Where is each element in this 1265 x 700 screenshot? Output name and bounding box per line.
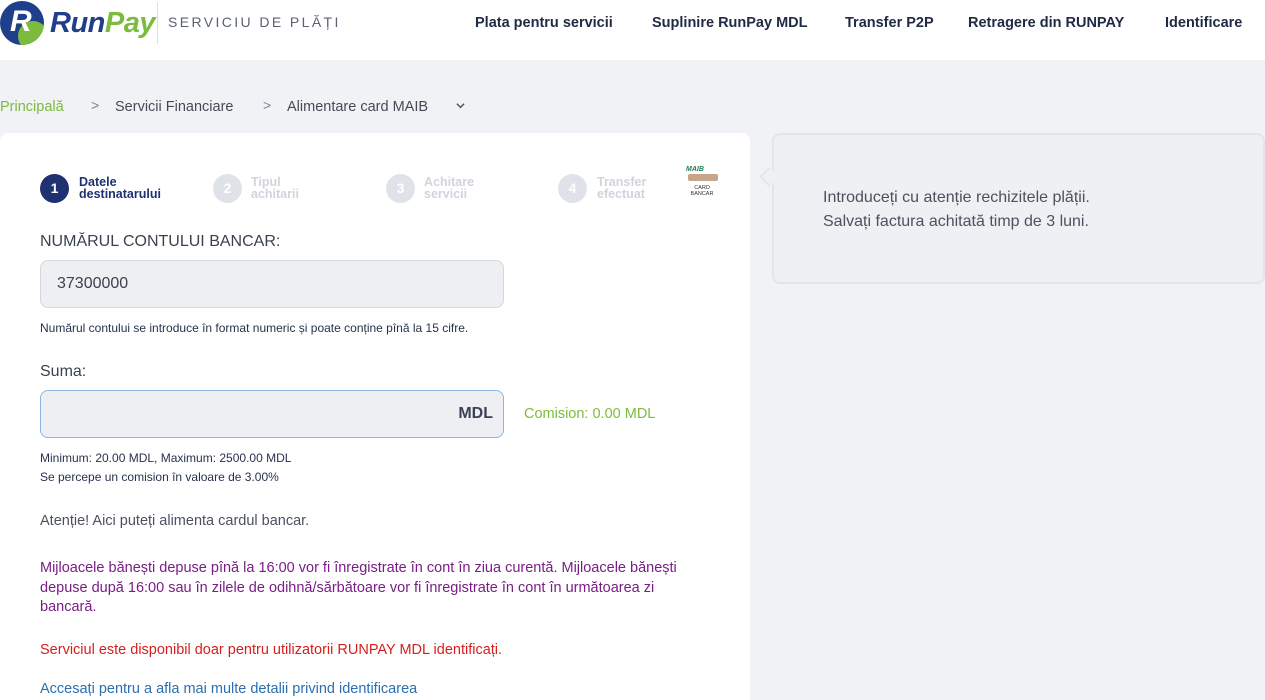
- logo-divider: [157, 2, 158, 44]
- logo-word-run: Run: [50, 7, 105, 39]
- step-2-indicator: 2: [213, 174, 242, 203]
- account-number-label: NUMĂRUL CONTULUI BANCAR:: [40, 233, 281, 250]
- account-number-hint: Numărul contului se introduce în format …: [40, 321, 469, 335]
- chevron-down-icon[interactable]: [456, 101, 465, 110]
- amount-currency: MDL: [458, 405, 493, 422]
- breadcrumb-servicii-financiare[interactable]: Servicii Financiare: [115, 99, 233, 115]
- top-header: R RunPay SERVICIU DE PLĂȚI Plata pentru …: [0, 0, 1265, 60]
- info-panel-text: Introduceți cu atenție rechizitele plăți…: [823, 186, 1090, 234]
- info-line-1: Introduceți cu atenție rechizitele plăți…: [823, 189, 1090, 206]
- fee-note: Se percepe un comision în valoare de 3.0…: [40, 470, 279, 484]
- step-3-indicator: 3: [386, 174, 415, 203]
- nav-identificare[interactable]: Identificare: [1165, 15, 1242, 31]
- breadcrumb-separator: >: [91, 97, 100, 113]
- commission-text: Comision: 0.00 MDL: [524, 406, 656, 422]
- info-line-2: Salvați factura achitată timp de 3 luni.: [823, 213, 1089, 230]
- step-3-label: Achitare servicii: [424, 175, 475, 201]
- amount-input[interactable]: MDL: [40, 390, 504, 438]
- breadcrumb-home[interactable]: Principală: [0, 99, 64, 115]
- step-2-label: Tipul achitarii: [251, 175, 299, 201]
- logo-wordmark: RunPay: [50, 5, 155, 41]
- brand-tagline: SERVICIU DE PLĂȚI: [168, 14, 341, 30]
- attention-note: Atenție! Aici puteți alimenta cardul ban…: [40, 513, 310, 529]
- identified-only-warning: Serviciul este disponibil doar pentru ut…: [40, 642, 503, 658]
- amount-label: Suma:: [40, 363, 87, 380]
- amount-limits: Minimum: 20.00 MDL, Maximum: 2500.00 MDL: [40, 451, 292, 465]
- processing-note: Mijloacele bănești depuse pînă la 16:00 …: [40, 560, 677, 615]
- account-number-input[interactable]: 37300000: [40, 260, 504, 308]
- nav-suplinire-runpay[interactable]: Suplinire RunPay MDL: [652, 15, 808, 31]
- step-1-indicator: 1: [40, 174, 69, 203]
- logo-mark-icon: R: [0, 1, 44, 45]
- maib-card-logo: MAIB CARD BANCAR: [684, 166, 720, 200]
- account-number-value: 37300000: [57, 275, 129, 292]
- nav-plata-servicii[interactable]: Plata pentru servicii: [475, 15, 613, 31]
- nav-transfer-p2p[interactable]: Transfer P2P: [845, 15, 934, 31]
- runpay-logo[interactable]: R RunPay: [0, 1, 155, 45]
- step-1-label: Datele destinatarului: [79, 175, 161, 201]
- step-4-indicator: 4: [558, 174, 587, 203]
- breadcrumb-separator: >: [263, 97, 272, 113]
- logo-letter: R: [10, 5, 32, 38]
- identification-link[interactable]: Accesați pentru a afla mai multe detalii…: [40, 681, 417, 697]
- logo-word-pay: Pay: [104, 7, 156, 39]
- breadcrumb-current: Alimentare card MAIB: [287, 99, 429, 115]
- nav-retragere[interactable]: Retragere din RUNPAY: [968, 15, 1124, 31]
